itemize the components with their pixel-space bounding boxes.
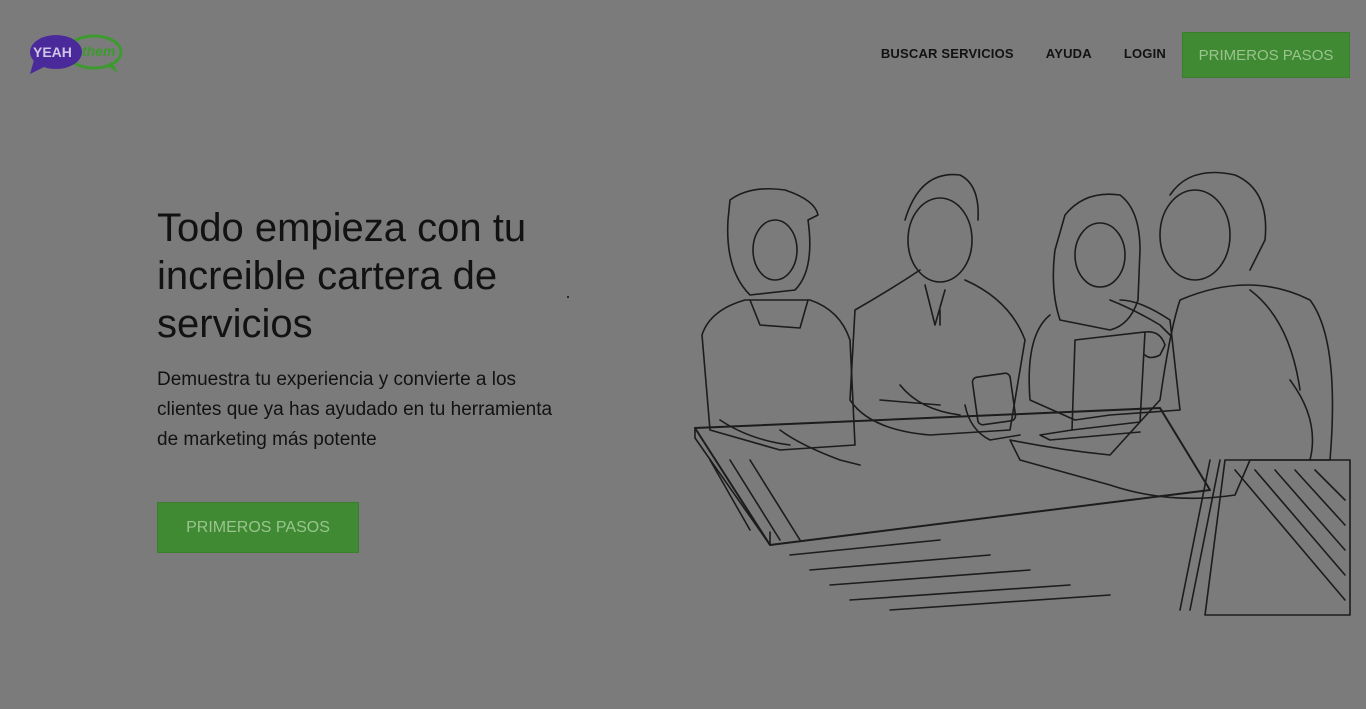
nav-buscar-servicios[interactable]: BUSCAR SERVICIOS: [881, 46, 1014, 61]
nav-primeros-pasos-button[interactable]: PRIMEROS PASOS: [1182, 32, 1350, 78]
logo-text-them: them: [82, 43, 115, 59]
hero-primeros-pasos-button[interactable]: PRIMEROS PASOS: [157, 502, 359, 553]
hero-subtitle: Demuestra tu experiencia y convierte a l…: [157, 369, 553, 450]
hero-title: Todo empieza con tu increible cartera de…: [157, 206, 527, 346]
brand-logo[interactable]: YEAH them: [28, 32, 124, 76]
nav-ayuda[interactable]: AYUDA: [1046, 46, 1092, 61]
top-navigation: BUSCAR SERVICIOS AYUDA LOGIN PRIMEROS PA…: [881, 32, 1350, 78]
logo-text-yeah: YEAH: [33, 44, 72, 60]
nav-login[interactable]: LOGIN: [1124, 46, 1166, 61]
people-meeting-illustration: [690, 160, 1355, 620]
stray-dot: [567, 296, 569, 298]
